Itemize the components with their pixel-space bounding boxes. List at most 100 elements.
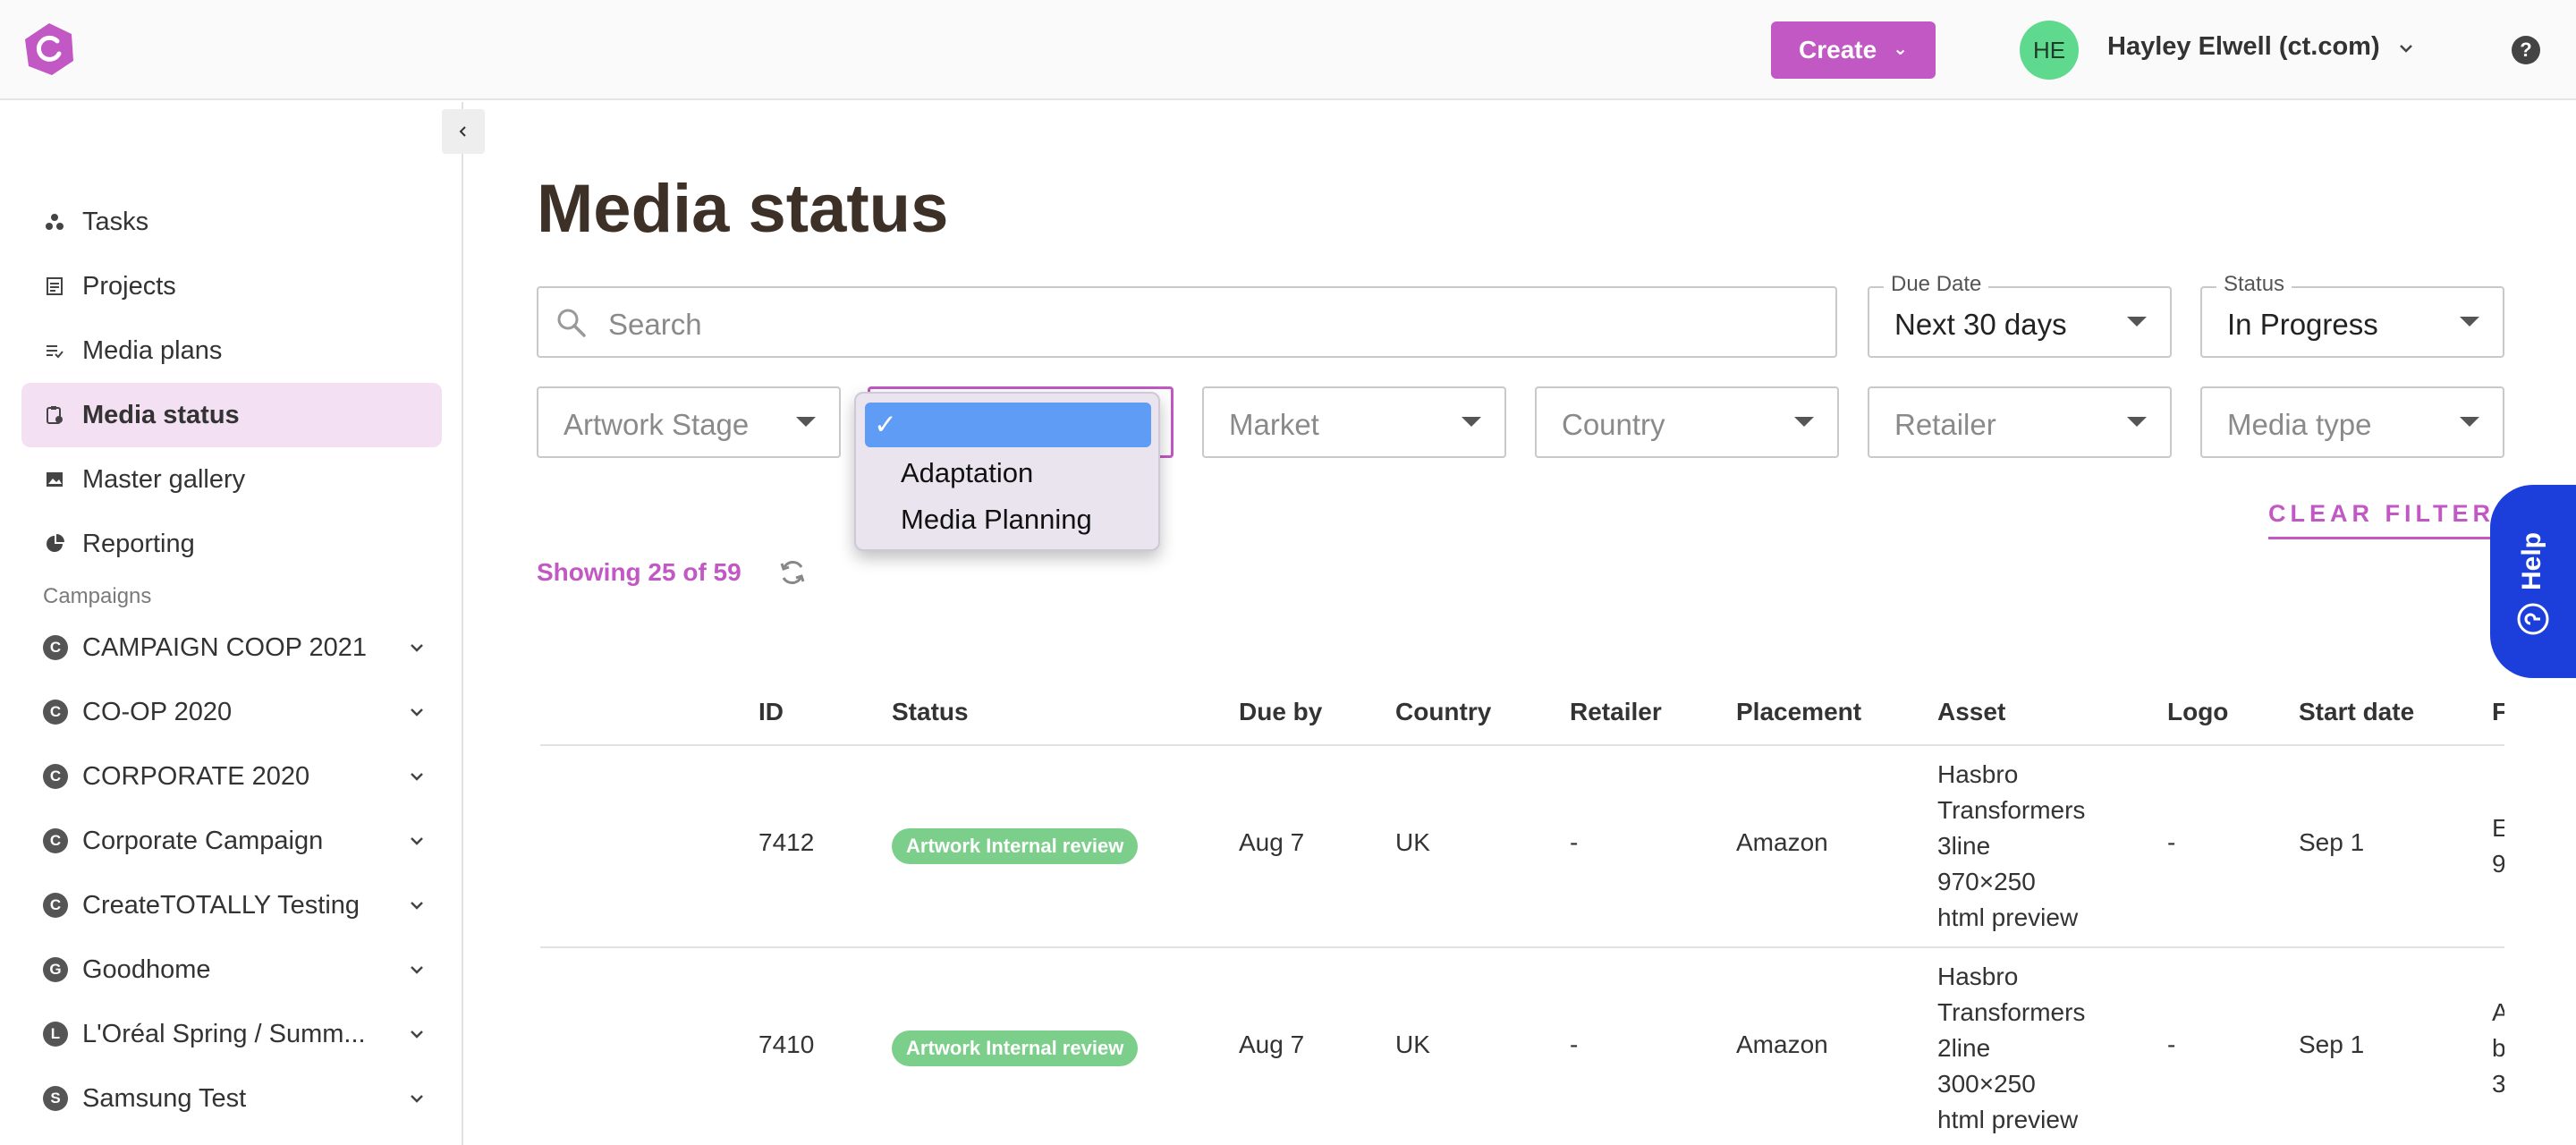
campaign-item[interactable]: G Goodhome	[21, 943, 442, 997]
tasks-icon	[43, 210, 66, 233]
chevron-down-icon[interactable]	[2394, 36, 2419, 61]
sidebar-item-label: Media status	[82, 400, 240, 429]
cell-placement: Amazon	[1736, 1030, 1828, 1058]
cell-retailer: -	[1570, 1030, 1579, 1058]
campaign-item[interactable]: C CORPORATE 2020	[21, 750, 442, 803]
campaign-label: CreateTOTALLY Testing	[82, 890, 360, 920]
campaign-label: CO-OP 2020	[82, 697, 233, 726]
table-row[interactable]: 7410 Artwork Internal review Aug 7 UK - …	[540, 948, 2504, 1145]
retailer-select[interactable]: Retailer	[1868, 386, 2172, 458]
dropdown-option-empty[interactable]: ✓	[865, 403, 1151, 447]
chevron-down-icon[interactable]	[404, 893, 429, 918]
sidebar-item-master-gallery[interactable]: Master gallery	[21, 447, 442, 512]
campaign-badge: G	[43, 957, 68, 982]
chevron-down-icon[interactable]	[404, 1086, 429, 1111]
truncated-line: E	[2492, 814, 2504, 842]
sidebar-item-label: Master gallery	[82, 464, 246, 494]
collapse-sidebar-button[interactable]	[442, 109, 485, 154]
country-placeholder: Country	[1562, 408, 1665, 441]
column-header-retailer[interactable]: Retailer	[1570, 698, 1662, 726]
campaign-label: Corporate Campaign	[82, 826, 324, 855]
artwork-stage-select[interactable]: Artwork Stage	[537, 386, 841, 458]
due-date-select[interactable]: Due Date Next 30 days	[1868, 272, 2172, 358]
campaign-badge: C	[43, 635, 68, 660]
help-question-icon[interactable]: ?	[2512, 36, 2540, 64]
cell-due-by: Aug 7	[1239, 828, 1305, 856]
help-tab-button[interactable]: Help	[2490, 485, 2576, 678]
asset-line: Transformers	[1937, 796, 2086, 824]
column-header-due-by[interactable]: Due by	[1239, 698, 1322, 726]
campaign-badge: L	[43, 1022, 68, 1047]
cell-country: UK	[1395, 1030, 1430, 1058]
campaign-item[interactable]: L L'Oréal Spring / Summ...	[21, 1007, 442, 1061]
avatar[interactable]: HE	[2020, 21, 2079, 80]
search-icon	[557, 309, 586, 337]
truncated-line: 9	[2492, 850, 2504, 878]
campaign-item[interactable]: S Samsung Test	[21, 1072, 442, 1125]
campaign-item[interactable]: C CreateTOTALLY Testing	[21, 878, 442, 932]
campaign-badge: S	[43, 1086, 68, 1111]
cell-start-date: Sep 1	[2299, 828, 2365, 856]
status-value: In Progress	[2227, 308, 2378, 341]
chevron-down-icon[interactable]	[404, 635, 429, 660]
asset-line: Hasbro	[1937, 963, 2019, 990]
cell-id: 7412	[758, 828, 815, 856]
media-status-icon	[43, 403, 66, 427]
search-input[interactable]: Search	[537, 286, 1837, 358]
media-table: ID Status Due by Country Retailer Placem…	[540, 680, 2504, 1145]
dropdown-option-label: Media Planning	[901, 504, 1092, 535]
create-button[interactable]: Create ⌄	[1771, 21, 1936, 79]
sidebar-item-projects[interactable]: Projects	[21, 254, 442, 318]
gallery-icon	[43, 468, 66, 491]
chevron-down-icon: ⌄	[1893, 38, 1908, 59]
dropdown-caret-icon	[796, 417, 816, 427]
media-type-select[interactable]: Media type	[2200, 386, 2504, 458]
column-header-status[interactable]: Status	[892, 698, 969, 726]
status-badge: Artwork Internal review	[892, 1030, 1139, 1066]
user-name[interactable]: Hayley Elwell (ct.com)	[2107, 32, 2380, 62]
clear-filters-button[interactable]: CLEAR FILTERS	[2268, 500, 2515, 539]
column-header-logo[interactable]: Logo	[2167, 698, 2228, 726]
retailer-placeholder: Retailer	[1894, 408, 1996, 441]
sidebar-item-label: Reporting	[82, 529, 195, 558]
dropdown-option-adaptation[interactable]: Adaptation	[865, 451, 1151, 496]
column-header-truncated[interactable]: F	[2492, 698, 2504, 726]
sidebar-item-media-status[interactable]: Media status	[21, 383, 442, 447]
cell-asset: Hasbro Transformers 2line 300×250 html p…	[1937, 959, 2152, 1138]
chevron-down-icon[interactable]	[404, 828, 429, 853]
chevron-down-icon[interactable]	[404, 1022, 429, 1047]
media-type-placeholder: Media type	[2227, 408, 2372, 441]
column-header-asset[interactable]: Asset	[1937, 698, 2005, 726]
table-row[interactable]: 7412 Artwork Internal review Aug 7 UK - …	[540, 746, 2504, 948]
column-header-start-date[interactable]: Start date	[2299, 698, 2414, 726]
status-label: Status	[2216, 272, 2292, 297]
cell-truncated: E 9	[2492, 810, 2504, 882]
sidebar-item-media-plans[interactable]: Media plans	[21, 318, 442, 383]
chevron-down-icon[interactable]	[404, 700, 429, 725]
campaign-item[interactable]: C Corporate Campaign	[21, 814, 442, 868]
dropdown-caret-icon	[2460, 417, 2479, 427]
chevron-down-icon[interactable]	[404, 957, 429, 982]
dropdown-caret-icon	[2127, 317, 2147, 327]
app-logo[interactable]	[21, 21, 77, 77]
sidebar-item-tasks[interactable]: Tasks	[21, 190, 442, 254]
column-header-country[interactable]: Country	[1395, 698, 1491, 726]
cell-logo: -	[2167, 1030, 2176, 1058]
campaign-item[interactable]: C CO-OP 2020	[21, 685, 442, 739]
column-header-id[interactable]: ID	[758, 698, 784, 726]
country-select[interactable]: Country	[1535, 386, 1839, 458]
campaign-item[interactable]: C CAMPAIGN COOP 2021	[21, 621, 442, 674]
chevron-down-icon[interactable]	[404, 764, 429, 789]
status-select[interactable]: Status In Progress	[2200, 272, 2504, 358]
cell-logo: -	[2167, 828, 2176, 856]
sidebar-item-reporting[interactable]: Reporting	[21, 512, 442, 576]
market-select[interactable]: Market	[1202, 386, 1506, 458]
column-header-placement[interactable]: Placement	[1736, 698, 1861, 726]
refresh-icon[interactable]	[776, 556, 809, 589]
checkmark-icon: ✓	[874, 409, 897, 440]
campaign-badge: C	[43, 828, 68, 853]
truncated-line: b	[2492, 1034, 2504, 1062]
cell-country: UK	[1395, 828, 1430, 856]
dropdown-option-media-planning[interactable]: Media Planning	[865, 497, 1151, 542]
dropdown-caret-icon	[2460, 317, 2479, 327]
